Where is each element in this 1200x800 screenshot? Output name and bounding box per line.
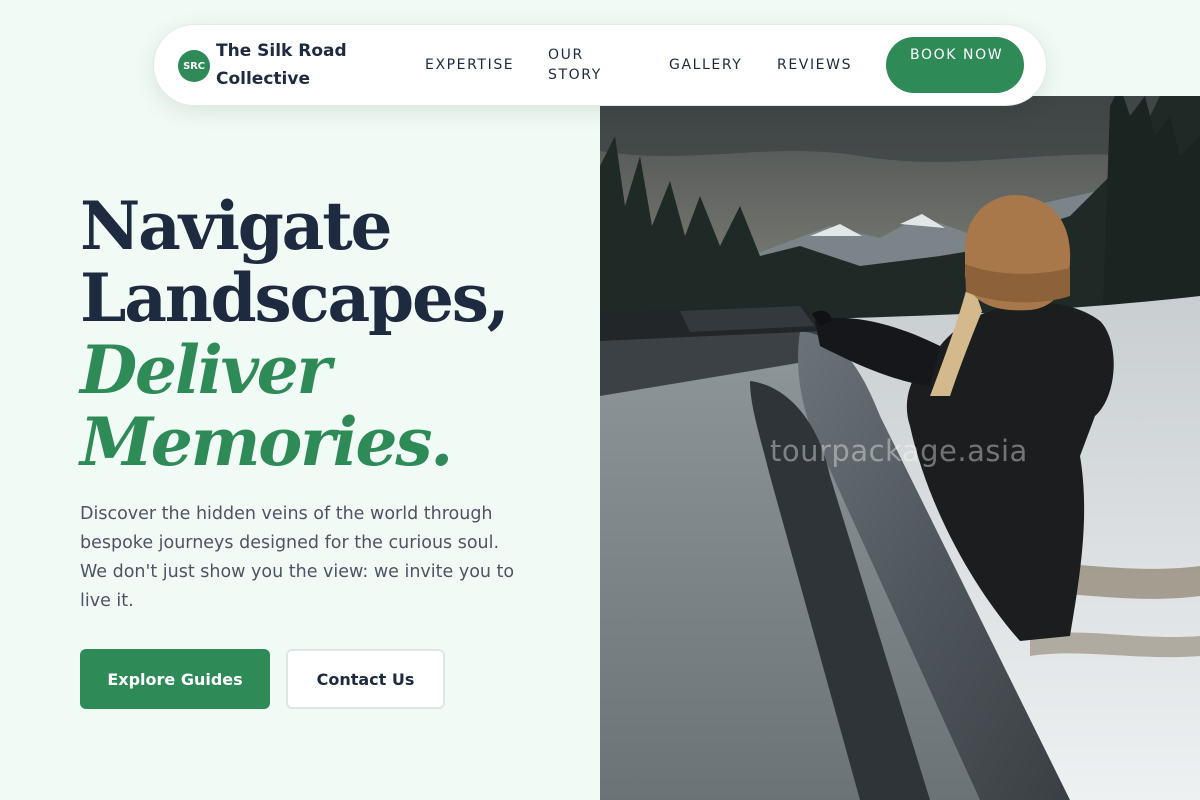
contact-us-button[interactable]: Contact Us	[286, 649, 445, 709]
top-navigation: SRC The Silk Road Collective EXPERTISE O…	[153, 24, 1047, 106]
brand-logo-badge[interactable]: SRC	[178, 50, 210, 82]
headline-line-navigate: Navigate	[80, 187, 393, 265]
explore-guides-button[interactable]: Explore Guides	[80, 649, 270, 709]
headline-line-memories: Memories.	[80, 403, 453, 481]
nav-link-expertise[interactable]: EXPERTISE	[425, 55, 514, 75]
hero-description: Discover the hidden veins of the world t…	[80, 504, 515, 611]
headline-line-landscapes: Landscapes,	[80, 259, 510, 337]
hero-headline: Navigate Landscapes, Deliver Memories.	[80, 190, 560, 478]
image-watermark: tourpackage.asia	[770, 434, 1028, 468]
brand-name[interactable]: The Silk Road Collective	[216, 37, 376, 93]
nav-link-our-story[interactable]: OUR STORY	[548, 45, 628, 85]
nav-link-reviews[interactable]: REVIEWS	[777, 55, 852, 75]
hero-photo: tourpackage.asia	[600, 96, 1200, 800]
headline-line-deliver: Deliver	[80, 331, 331, 409]
nav-link-gallery[interactable]: GALLERY	[669, 55, 742, 75]
book-now-button[interactable]: BOOK NOW	[886, 37, 1024, 93]
